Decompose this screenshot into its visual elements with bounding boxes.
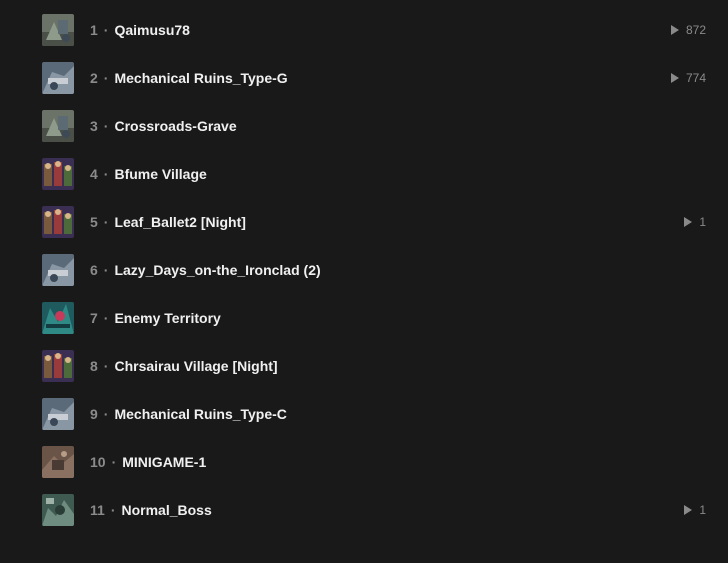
track-title-wrap: 6 · Lazy_Days_on-the_Ironclad (2) [90, 262, 321, 278]
track-title-wrap: 4 · Bfume Village [90, 166, 207, 182]
track-title[interactable]: Leaf_Ballet2 [Night] [114, 214, 245, 230]
track-artwork[interactable] [42, 254, 74, 286]
play-count: 872 [670, 23, 706, 37]
track-row-8[interactable]: 8 · Chrsairau Village [Night] [0, 342, 728, 390]
play-count: 1 [684, 215, 706, 229]
track-title[interactable]: Normal_Boss [121, 502, 211, 518]
track-title-wrap: 9 · Mechanical Ruins_Type-C [90, 406, 287, 422]
track-title-wrap: 8 · Chrsairau Village [Night] [90, 358, 278, 374]
track-title[interactable]: Crossroads-Grave [114, 118, 236, 134]
separator-dot: · [103, 406, 109, 422]
play-icon [684, 505, 693, 515]
track-row-3[interactable]: 3 · Crossroads-Grave [0, 102, 728, 150]
track-number: 6 [90, 262, 98, 278]
track-title[interactable]: Qaimusu78 [114, 22, 189, 38]
track-title-wrap: 5 · Leaf_Ballet2 [Night] [90, 214, 246, 230]
track-row-4[interactable]: 4 · Bfume Village [0, 150, 728, 198]
play-count-value: 774 [685, 71, 706, 85]
track-row-9[interactable]: 9 · Mechanical Ruins_Type-C [0, 390, 728, 438]
track-number: 2 [90, 70, 98, 86]
separator-dot: · [103, 358, 109, 374]
track-list: 1 · Qaimusu78 872 2 · Mechanical Ruins_T… [0, 0, 728, 563]
track-row-10[interactable]: 10 · MINIGAME-1 [0, 438, 728, 486]
play-count-value: 872 [685, 23, 706, 37]
track-row-2[interactable]: 2 · Mechanical Ruins_Type-G 774 [0, 54, 728, 102]
separator-dot: · [103, 214, 109, 230]
track-title[interactable]: Lazy_Days_on-the_Ironclad (2) [114, 262, 320, 278]
track-artwork[interactable] [42, 398, 74, 430]
separator-dot: · [103, 70, 109, 86]
separator-dot: · [103, 166, 109, 182]
track-title[interactable]: Enemy Territory [114, 310, 220, 326]
track-row-5[interactable]: 5 · Leaf_Ballet2 [Night] 1 [0, 198, 728, 246]
separator-dot: · [110, 502, 116, 518]
track-artwork[interactable] [42, 350, 74, 382]
track-title-wrap: 10 · MINIGAME-1 [90, 454, 206, 470]
play-count-value: 1 [699, 215, 706, 229]
play-count: 1 [684, 503, 706, 517]
track-artwork[interactable] [42, 206, 74, 238]
track-number: 11 [90, 502, 105, 518]
separator-dot: · [103, 22, 109, 38]
track-title-wrap: 2 · Mechanical Ruins_Type-G [90, 70, 288, 86]
track-number: 5 [90, 214, 98, 230]
play-icon [684, 217, 693, 227]
track-row-1[interactable]: 1 · Qaimusu78 872 [0, 6, 728, 54]
separator-dot: · [103, 310, 109, 326]
track-title-wrap: 7 · Enemy Territory [90, 310, 221, 326]
play-count: 774 [670, 71, 706, 85]
play-count-value: 1 [699, 503, 706, 517]
track-title[interactable]: Mechanical Ruins_Type-C [114, 406, 286, 422]
separator-dot: · [111, 454, 117, 470]
track-title-wrap: 3 · Crossroads-Grave [90, 118, 237, 134]
track-title[interactable]: Chrsairau Village [Night] [114, 358, 277, 374]
track-artwork[interactable] [42, 302, 74, 334]
track-artwork[interactable] [42, 62, 74, 94]
play-icon [670, 73, 679, 83]
track-artwork[interactable] [42, 158, 74, 190]
track-number: 9 [90, 406, 98, 422]
track-row-7[interactable]: 7 · Enemy Territory [0, 294, 728, 342]
separator-dot: · [103, 262, 109, 278]
track-number: 3 [90, 118, 98, 134]
separator-dot: · [103, 118, 109, 134]
track-title[interactable]: MINIGAME-1 [122, 454, 206, 470]
track-title-wrap: 1 · Qaimusu78 [90, 22, 190, 38]
track-number: 7 [90, 310, 98, 326]
track-number: 8 [90, 358, 98, 374]
track-artwork[interactable] [42, 494, 74, 526]
track-title[interactable]: Bfume Village [114, 166, 206, 182]
track-number: 10 [90, 454, 106, 470]
track-title-wrap: 11 · Normal_Boss [90, 502, 212, 518]
track-row-11[interactable]: 11 · Normal_Boss 1 [0, 486, 728, 534]
track-row-6[interactable]: 6 · Lazy_Days_on-the_Ironclad (2) [0, 246, 728, 294]
track-artwork[interactable] [42, 110, 74, 142]
track-artwork[interactable] [42, 14, 74, 46]
track-title[interactable]: Mechanical Ruins_Type-G [114, 70, 287, 86]
play-icon [670, 25, 679, 35]
track-number: 1 [90, 22, 98, 38]
track-artwork[interactable] [42, 446, 74, 478]
track-number: 4 [90, 166, 98, 182]
